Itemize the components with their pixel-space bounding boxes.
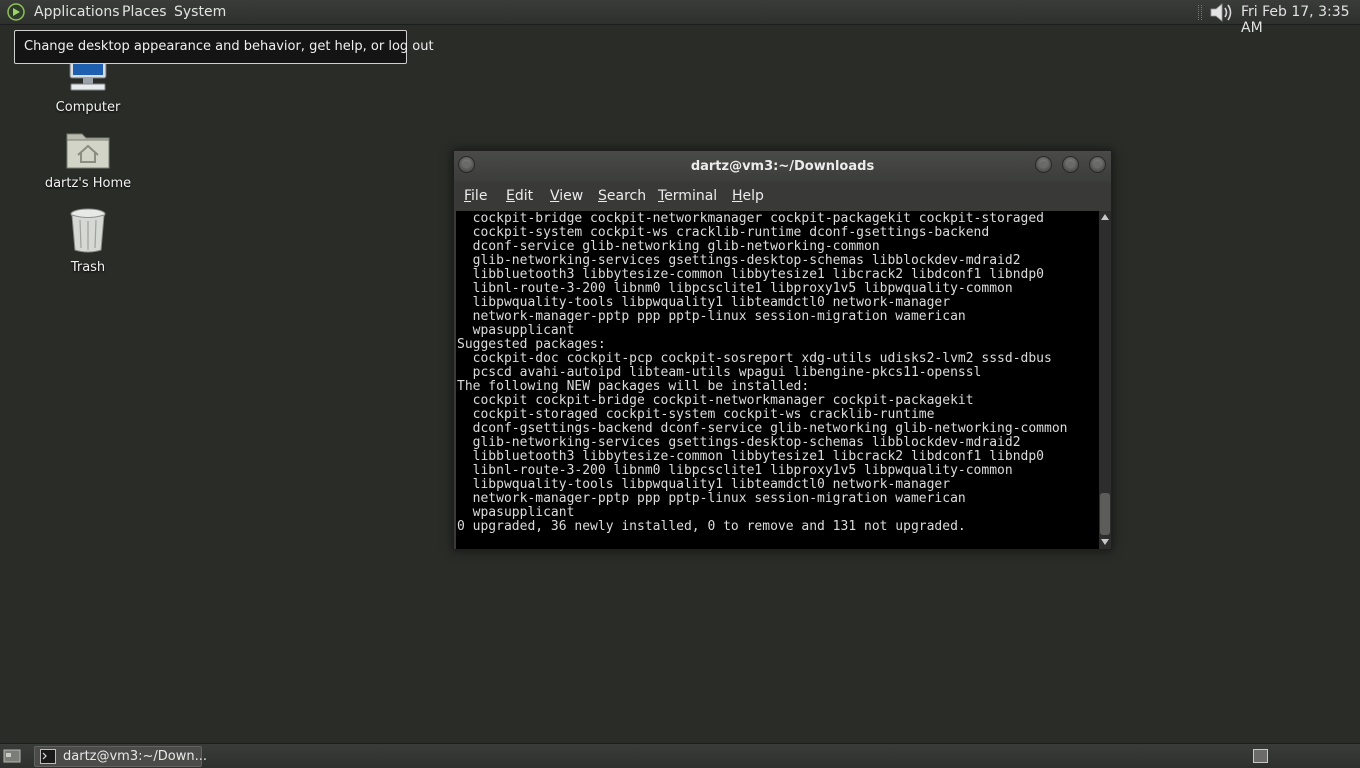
terminal-line: cockpit-storaged cockpit-system cockpit-… [457, 407, 935, 422]
desktop-icon-label: Computer [55, 100, 121, 115]
terminal-line: cockpit-system cockpit-ws cracklib-runti… [457, 225, 990, 240]
places-menu[interactable]: Places [122, 4, 167, 20]
terminal-output[interactable]: cockpit-bridge cockpit-networkmanager co… [456, 211, 1099, 549]
applications-menu[interactable]: Applications [34, 4, 120, 20]
terminal-line: libbluetooth3 libbytesize-common libbyte… [457, 267, 1044, 282]
minimize-button[interactable] [1035, 156, 1052, 173]
window-title: dartz@vm3:~/Downloads [690, 159, 875, 174]
terminal-icon [40, 749, 56, 764]
desktop-icon-trash[interactable]: Trash [33, 206, 143, 275]
terminal-line: glib-networking-services gsettings-deskt… [457, 435, 1021, 450]
distro-logo-icon[interactable] [7, 3, 25, 21]
terminal-line: Suggested packages: [457, 337, 606, 352]
system-menu[interactable]: System [174, 4, 226, 20]
window-titlebar[interactable]: dartz@vm3:~/Downloads [454, 151, 1111, 182]
panel-handle [1198, 5, 1202, 20]
workspace-switcher[interactable] [1253, 749, 1268, 763]
bottom-panel: dartz@vm3:~/Down... [0, 743, 1360, 768]
taskbar-item-terminal[interactable]: dartz@vm3:~/Down... [34, 746, 207, 767]
clock[interactable]: Fri Feb 17, 3:35 AM [1241, 4, 1360, 36]
terminal-line: network-manager-pptp ppp pptp-linux sess… [457, 309, 966, 324]
terminal-line: libpwquality-tools libpwquality1 libteam… [457, 295, 951, 310]
terminal-scrollbar[interactable] [1099, 211, 1111, 549]
top-panel: Applications Places System Fri Feb 17, 3… [0, 0, 1360, 36]
desktop-icon-label: Trash [70, 260, 106, 275]
terminal-line: wpasupplicant [457, 323, 575, 338]
terminal-line: dconf-gsettings-backend dconf-service gl… [457, 421, 1068, 436]
show-desktop-icon[interactable] [3, 748, 21, 764]
scrollbar-thumb[interactable] [1100, 493, 1110, 535]
menu-help[interactable]: Help [732, 188, 764, 204]
terminal-line: wpasupplicant [457, 505, 575, 520]
terminal-line: libpwquality-tools libpwquality1 libteam… [457, 477, 951, 492]
terminal-line: 0 upgraded, 36 newly installed, 0 to rem… [457, 519, 966, 534]
terminal-line: libnl-route-3-200 libnm0 libpcsclite1 li… [457, 281, 1013, 296]
terminal-window: dartz@vm3:~/Downloads File Edit View Sea… [453, 150, 1112, 550]
scroll-up-arrow-icon[interactable] [1101, 214, 1109, 220]
terminal-line: glib-networking-services gsettings-deskt… [457, 253, 1021, 268]
terminal-line: cockpit-bridge cockpit-networkmanager co… [457, 211, 1044, 226]
close-button[interactable] [1089, 156, 1106, 173]
terminal-line: pcscd avahi-autoipd libteam-utils wpagui… [457, 365, 982, 380]
terminal-line: libnl-route-3-200 libnm0 libpcsclite1 li… [457, 463, 1013, 478]
terminal-line: dconf-service glib-networking glib-netwo… [457, 239, 880, 254]
system-menu-tooltip: Change desktop appearance and behavior, … [14, 30, 434, 64]
menu-view[interactable]: View [550, 188, 583, 204]
terminal-menubar: File Edit View Search Terminal Help [454, 182, 1111, 210]
terminal-line: cockpit cockpit-bridge cockpit-networkma… [457, 393, 974, 408]
terminal-line: The following NEW packages will be insta… [457, 379, 810, 394]
desktop-icon-label: dartz's Home [44, 176, 132, 191]
menu-terminal[interactable]: Terminal [658, 188, 717, 204]
taskbar-item-label: dartz@vm3:~/Down... [63, 749, 207, 764]
maximize-button[interactable] [1062, 156, 1079, 173]
trash-icon [70, 208, 106, 253]
menu-edit[interactable]: Edit [506, 188, 533, 204]
volume-icon[interactable] [1208, 2, 1234, 23]
home-folder-icon [66, 133, 110, 169]
menu-file[interactable]: File [464, 188, 487, 204]
terminal-line: cockpit-doc cockpit-pcp cockpit-sosrepor… [457, 351, 1052, 366]
menu-search[interactable]: Search [598, 188, 646, 204]
terminal-line: libbluetooth3 libbytesize-common libbyte… [457, 449, 1044, 464]
scroll-down-arrow-icon[interactable] [1101, 539, 1109, 545]
terminal-line: network-manager-pptp ppp pptp-linux sess… [457, 491, 966, 506]
desktop-icon-home[interactable]: dartz's Home [33, 128, 143, 191]
